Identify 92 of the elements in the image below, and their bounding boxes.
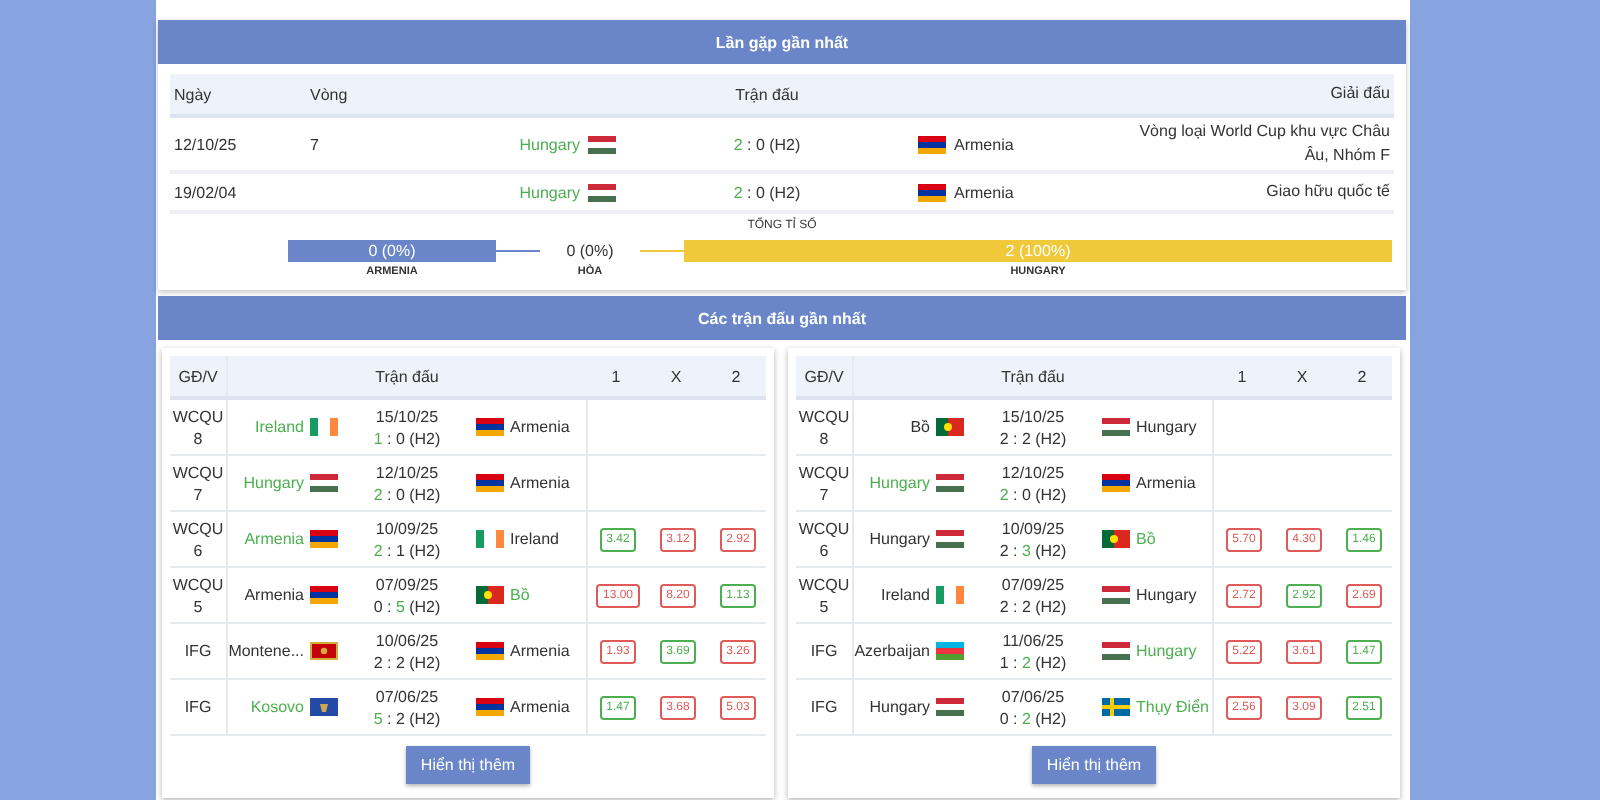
total-bar: 0 (0%) [288,240,496,262]
column-header: Trận đấu [999,367,1067,385]
round: IFG [184,696,212,718]
match-date: 10/09/25 [375,517,439,539]
team-name: Thụy Điển [1136,698,1209,716]
match-date: 07/06/25 [1001,685,1065,707]
match-date: 07/06/25 [375,685,439,707]
score: 1 : 0 (H2) [373,427,441,449]
team-name: Hungary [1136,418,1197,436]
column-header: GĐ/V [170,356,228,396]
team-name: Ireland [881,586,930,604]
round: WCQU 6 [796,517,852,561]
round: WCQU 7 [170,461,226,505]
score: 2 : 0 (H2) [733,183,801,201]
team-name: Hungary [519,183,580,201]
match-date: 12/10/25 [1001,461,1065,483]
team-name: Armenia [244,530,304,548]
team-name: Bồ [1136,530,1156,548]
team-name: Ireland [510,530,559,548]
match-date: 15/10/25 [375,405,439,427]
round: WCQU 5 [170,573,226,617]
team-name: Armenia [244,586,304,604]
match-date: 12/10/25 [375,461,439,483]
team-name: Armenia [510,418,570,436]
team-name: Bồ [910,418,930,436]
column-header: 1 [611,367,621,385]
column-header: Trận đấu [733,85,801,103]
team-name: Armenia [510,474,570,492]
round: WCQU 8 [796,405,852,449]
column-header: Vòng [308,85,350,103]
score: 2 : 0 (H2) [999,483,1067,505]
match-date: 11/06/25 [1002,629,1064,651]
team-name: Armenia [1136,474,1196,492]
panel-title: Lần gặp gần nhất [715,33,849,51]
round: WCQU 5 [796,573,852,617]
show-more-button[interactable]: Hiển thị thêm [406,746,530,784]
column-header: Trận đấu [373,367,441,385]
column-header: 1 [1237,367,1247,385]
team-name: Hungary [243,474,304,492]
match-date: 10/09/25 [1001,517,1065,539]
column-header: 2 [1357,367,1367,385]
team-name: Ireland [255,418,304,436]
column-header: X [670,367,682,385]
team-name: Hungary [1136,642,1197,660]
round: IFG [184,640,212,662]
team-name: Kosovo [250,698,304,716]
panel-title: Các trận đấu gần nhất [697,309,866,327]
match-date: 07/09/25 [375,573,439,595]
team-name: Hungary [519,135,580,153]
team-name: Armenia [510,642,570,660]
team-name: Hungary [869,530,930,548]
column-header: Ngày [172,85,214,103]
round: WCQU 7 [796,461,852,505]
column-header: Giải đấu [1328,82,1392,106]
show-more-button[interactable]: Hiển thị thêm [1032,746,1156,784]
date: 19/02/04 [172,183,239,201]
league-name: Giao hữu quốc tế [1266,182,1390,200]
team-name: Bồ [510,586,530,604]
team-name: Montene... [228,642,304,660]
team-name: Hungary [869,474,930,492]
round: 7 [310,135,319,153]
match-date: 15/10/25 [1001,405,1065,427]
score: 5 : 2 (H2) [373,707,441,729]
team-name: Armenia [954,135,1014,153]
score: 2 : 2 (H2) [373,651,441,673]
team-name: Azerbaijan [854,642,930,660]
team-name: Hungary [869,698,930,716]
score: 2 : 0 (H2) [733,135,801,153]
date: 12/10/25 [172,135,239,153]
column-header: 2 [731,367,741,385]
score: 2 : 0 (H2) [373,483,441,505]
round: WCQU 8 [170,405,226,449]
match-date: 10/06/25 [375,629,439,651]
column-header: X [1296,367,1308,385]
league-name: Vòng loại World Cup khu vực Châu Âu, Nhóm F [1139,122,1390,164]
score: 2 : 2 (H2) [999,595,1067,617]
score: 0 : 2 (H2) [999,707,1067,729]
round: IFG [810,696,838,718]
score: 0 : 5 (H2) [373,595,441,617]
team-name: Hungary [1136,586,1197,604]
score: 2 : 1 (H2) [373,539,441,561]
score: 1 : 2 (H2) [999,651,1067,673]
draw-count: 0 (0%) [566,240,614,262]
score: 2 : 2 (H2) [999,427,1067,449]
team-name: Armenia [510,698,570,716]
round: WCQU 6 [170,517,226,561]
column-header: GĐ/V [796,356,854,396]
score: 2 : 3 (H2) [999,539,1067,561]
match-date: 07/09/25 [1001,573,1065,595]
team-name: Armenia [954,183,1014,201]
round: IFG [810,640,838,662]
total-bar: 2 (100%) [684,240,1392,262]
